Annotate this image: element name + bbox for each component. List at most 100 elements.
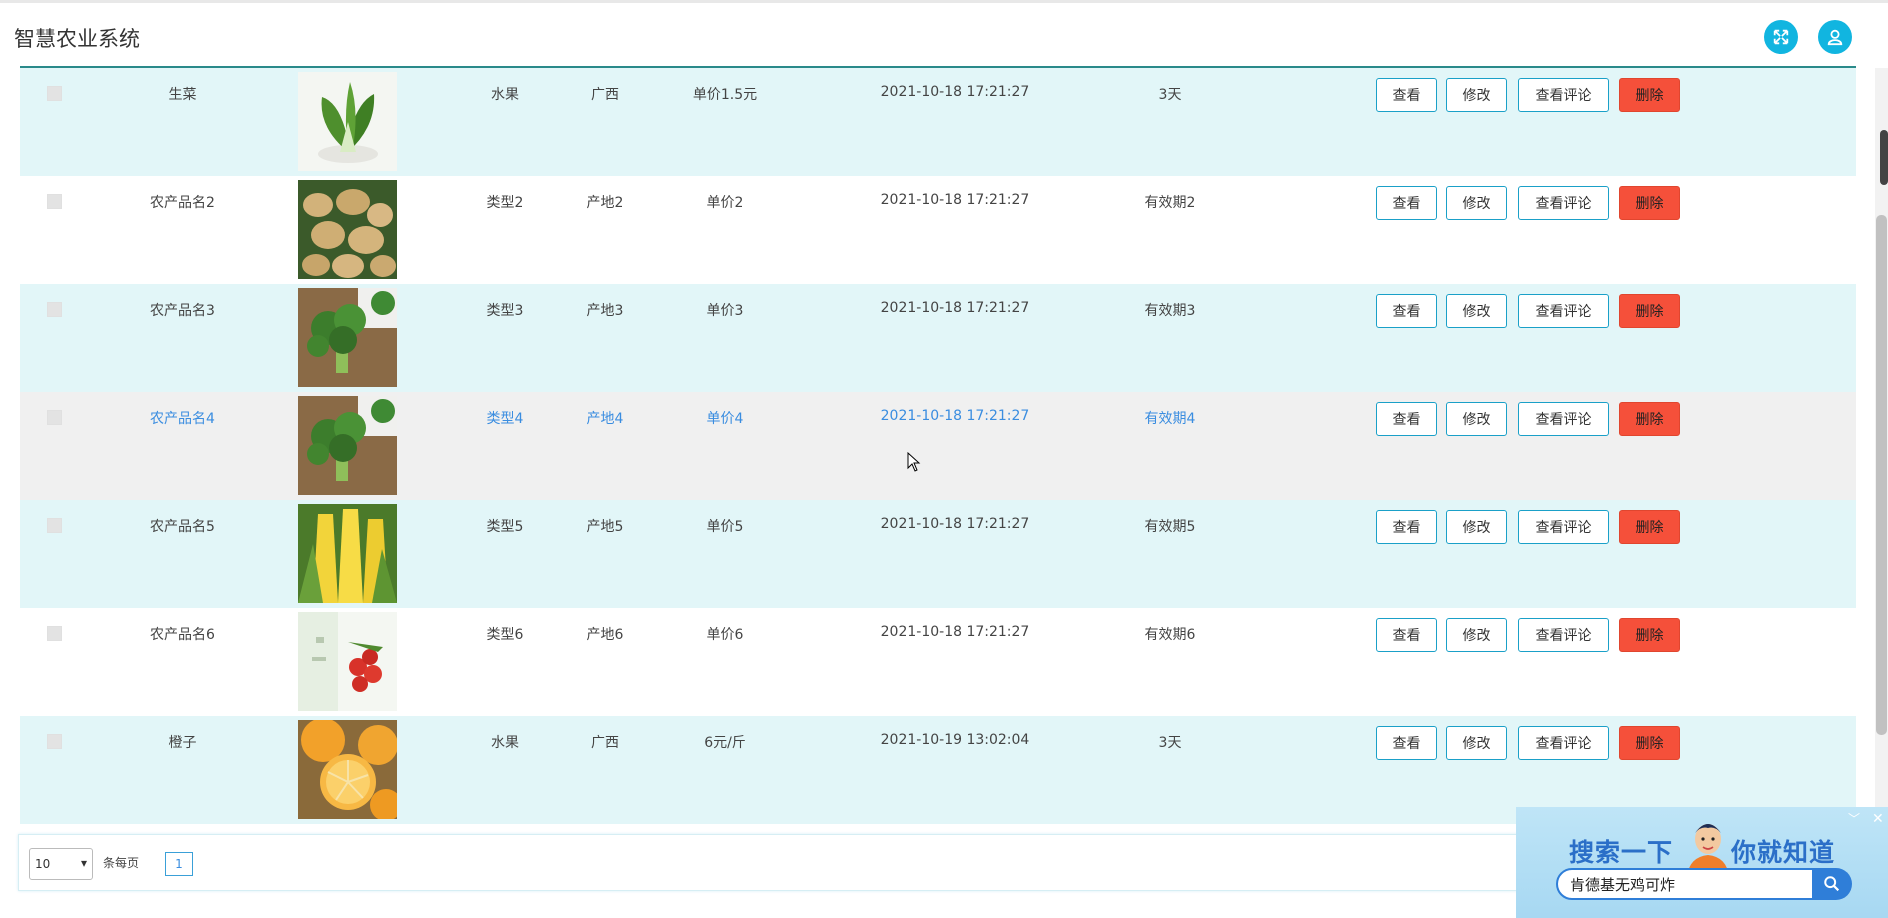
product-type: 类型2 [486, 195, 524, 211]
product-image [298, 612, 397, 711]
edit-button[interactable]: 修改 [1446, 618, 1507, 652]
product-image [298, 720, 397, 819]
row-checkbox[interactable] [47, 302, 62, 317]
close-icon[interactable]: ✕ [1872, 811, 1884, 827]
view-button[interactable]: 查看 [1376, 78, 1437, 112]
view-button[interactable]: 查看 [1376, 294, 1437, 328]
page-button-1[interactable]: 1 [165, 852, 193, 876]
table-row: 农产品名6 类型6 产地6 单价6 2021-10-18 17:21:27 有效期6 查看修… [20, 608, 1856, 716]
product-type: 类型5 [486, 519, 524, 535]
product-name: 农产品名2 [150, 195, 215, 211]
product-time: 2021-10-18 17:21:27 [880, 192, 1030, 208]
product-time: 2021-10-19 13:02:04 [880, 732, 1030, 748]
product-origin: 广西 [591, 735, 619, 751]
product-origin: 产地3 [586, 303, 624, 319]
product-image [298, 504, 397, 603]
product-name: 生菜 [168, 87, 197, 103]
row-checkbox[interactable] [47, 86, 62, 101]
product-time: 2021-10-18 17:21:27 [880, 624, 1030, 640]
table-row: 农产品名4 类型4 产地4 单价4 2021-10-18 17:21:27 有效期4 查看修… [20, 392, 1856, 500]
product-table: 生菜 水果 广西 单价1.5元 2021-10-18 17:21:27 3天 查看 修改 查看评… [20, 68, 1856, 824]
ad-title-right: 你就知道 [1731, 838, 1836, 867]
row-checkbox[interactable] [47, 734, 62, 749]
ad-search-button[interactable] [1812, 868, 1852, 900]
delete-button[interactable]: 删除 [1619, 78, 1680, 112]
product-time: 2021-10-18 17:21:27 [880, 84, 1030, 100]
product-image [298, 288, 397, 387]
mouse-cursor-icon [907, 452, 921, 472]
delete-button[interactable]: 删除 [1619, 294, 1680, 328]
product-image [298, 72, 397, 171]
product-expiry: 有效期4 [1144, 411, 1196, 427]
user-icon[interactable] [1818, 20, 1852, 54]
edit-button[interactable]: 修改 [1446, 402, 1507, 436]
product-type: 类型3 [486, 303, 524, 319]
view-button[interactable]: 查看 [1376, 618, 1437, 652]
view-comments-button[interactable]: 查看评论 [1518, 186, 1609, 220]
ad-title-left: 搜索一下 [1569, 838, 1674, 867]
chevron-down-icon: ▾ [80, 856, 87, 870]
product-type: 水果 [491, 87, 519, 103]
delete-button[interactable]: 删除 [1619, 618, 1680, 652]
view-comments-button[interactable]: 查看评论 [1518, 510, 1609, 544]
product-origin: 产地6 [586, 627, 624, 643]
delete-button[interactable]: 删除 [1619, 186, 1680, 220]
view-comments-button[interactable]: 查看评论 [1518, 294, 1609, 328]
scrollbar-thumb-outer[interactable] [1880, 130, 1888, 185]
delete-button[interactable]: 删除 [1619, 510, 1680, 544]
edit-button[interactable]: 修改 [1446, 510, 1507, 544]
search-icon [1824, 876, 1840, 892]
product-name: 橙子 [168, 735, 197, 751]
edit-button[interactable]: 修改 [1446, 726, 1507, 760]
view-button[interactable]: 查看 [1376, 186, 1437, 220]
view-button[interactable]: 查看 [1376, 726, 1437, 760]
row-checkbox[interactable] [47, 518, 62, 533]
page-size-select[interactable]: 10 ▾ [29, 848, 93, 880]
edit-button[interactable]: 修改 [1446, 78, 1507, 112]
product-image [298, 180, 397, 279]
product-name: 农产品名3 [150, 303, 215, 319]
product-price: 单价3 [706, 303, 744, 319]
product-expiry: 有效期5 [1144, 519, 1196, 535]
per-page-label: 条每页 [103, 856, 140, 870]
scrollbar-thumb[interactable] [1876, 215, 1887, 735]
product-origin: 产地5 [586, 519, 624, 535]
edit-button[interactable]: 修改 [1446, 186, 1507, 220]
product-price: 单价6 [706, 627, 744, 643]
view-comments-button[interactable]: 查看评论 [1518, 78, 1609, 112]
edit-button[interactable]: 修改 [1446, 294, 1507, 328]
table-row: 生菜 水果 广西 单价1.5元 2021-10-18 17:21:27 3天 查看 修改 查看评… [20, 68, 1856, 176]
delete-button[interactable]: 删除 [1619, 726, 1680, 760]
product-time: 2021-10-18 17:21:27 [880, 408, 1030, 424]
product-expiry: 有效期3 [1144, 303, 1196, 319]
page-size-value: 10 [35, 857, 51, 871]
ad-search-input[interactable]: 肯德基无鸡可炸 [1556, 868, 1814, 900]
view-button[interactable]: 查看 [1376, 510, 1437, 544]
product-price: 单价2 [706, 195, 744, 211]
view-comments-button[interactable]: 查看评论 [1518, 618, 1609, 652]
row-checkbox[interactable] [47, 626, 62, 641]
product-image [298, 396, 397, 495]
fullscreen-icon[interactable] [1764, 20, 1798, 54]
row-checkbox[interactable] [47, 194, 62, 209]
delete-button[interactable]: 删除 [1619, 402, 1680, 436]
product-time: 2021-10-18 17:21:27 [880, 300, 1030, 316]
row-checkbox[interactable] [47, 410, 62, 425]
app-title: 智慧农业系统 [14, 27, 140, 51]
product-expiry: 3天 [1158, 87, 1182, 103]
product-time: 2021-10-18 17:21:27 [880, 516, 1030, 532]
top-bar: 智慧农业系统 [0, 0, 1888, 67]
table-row: 农产品名3 类型3 产地3 单价3 2021-10-18 17:21:27 有效期3 查看修… [20, 284, 1856, 392]
product-type: 类型6 [486, 627, 524, 643]
table-row: 农产品名2 类型2 产地2 单价2 2021-10-18 17:21:27 有效期2 查看修… [20, 176, 1856, 284]
product-price: 6元/斤 [704, 735, 746, 751]
product-price: 单价4 [706, 411, 744, 427]
product-origin: 广西 [591, 87, 619, 103]
product-name: 农产品名4 [150, 411, 215, 427]
product-name: 农产品名6 [150, 627, 215, 643]
collapse-icon[interactable]: ﹀ [1848, 810, 1860, 827]
product-origin: 产地4 [586, 411, 624, 427]
view-comments-button[interactable]: 查看评论 [1518, 402, 1609, 436]
view-button[interactable]: 查看 [1376, 402, 1437, 436]
view-comments-button[interactable]: 查看评论 [1518, 726, 1609, 760]
